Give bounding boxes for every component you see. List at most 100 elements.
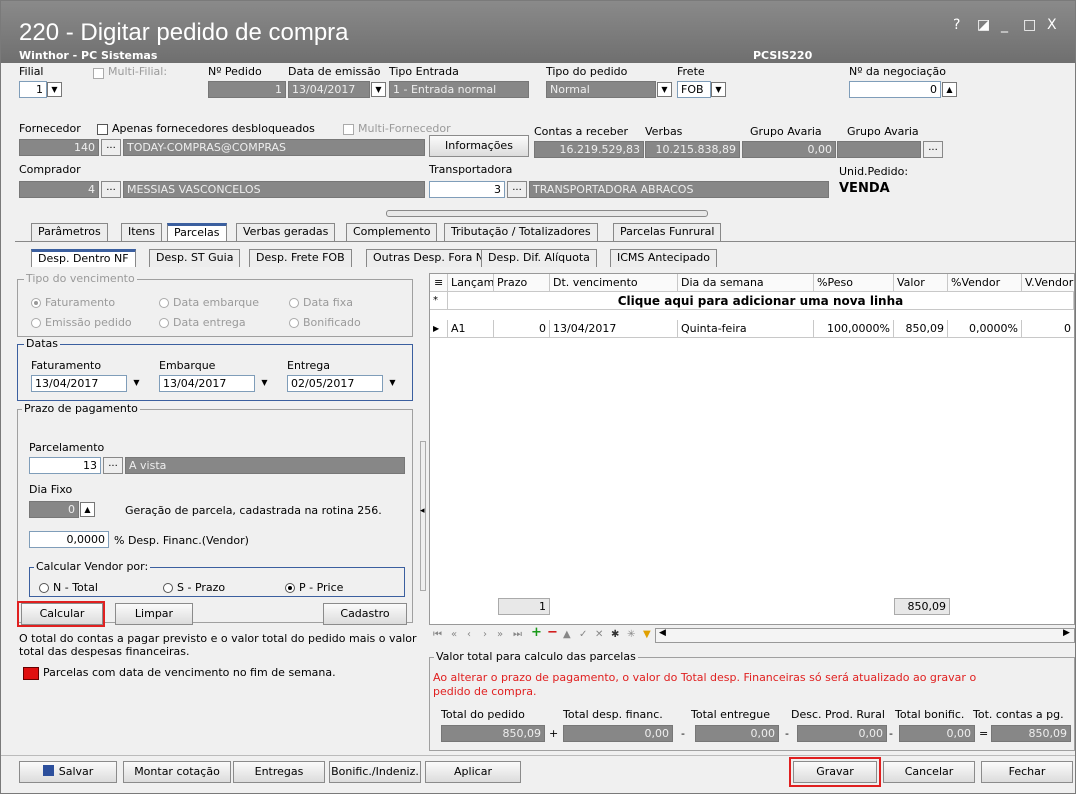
radio-s-prazo[interactable] bbox=[163, 583, 173, 593]
tab-outras-desp[interactable]: Outras Desp. Fora NF bbox=[366, 249, 498, 267]
col-dia-semana[interactable]: Dia da semana bbox=[678, 274, 814, 292]
tab-itens[interactable]: Itens bbox=[121, 223, 163, 241]
asterisk-icon[interactable]: ✱ bbox=[611, 629, 619, 640]
negociacao-field[interactable]: 0 bbox=[849, 81, 941, 98]
help-button[interactable]: ? bbox=[953, 17, 960, 33]
radio-data-fixa[interactable] bbox=[289, 298, 299, 308]
collapse-splitter[interactable] bbox=[386, 210, 708, 217]
nav-last-icon[interactable]: ⏭ bbox=[513, 629, 522, 640]
col-valor[interactable]: Valor bbox=[894, 274, 948, 292]
transportadora-code-field[interactable]: 3 bbox=[429, 181, 505, 198]
multifornecedor-checkbox[interactable] bbox=[343, 124, 354, 135]
scroll-left-icon[interactable]: ◀ bbox=[659, 628, 666, 638]
desp-financ-field[interactable]: 0,0000 bbox=[29, 531, 109, 548]
tab-desp-dif-aliquota[interactable]: Desp. Dif. Alíquota bbox=[481, 249, 597, 267]
multifilial-checkbox[interactable] bbox=[93, 68, 104, 79]
limpar-button[interactable]: Limpar bbox=[115, 603, 193, 625]
apenas-desbloqueados-checkbox[interactable] bbox=[97, 124, 108, 135]
cell-lancamento[interactable]: A1 bbox=[448, 320, 494, 338]
restore-icon[interactable]: ◪ bbox=[977, 17, 990, 33]
tab-icms-antecipado[interactable]: ICMS Antecipado bbox=[610, 249, 718, 267]
cell-vendor[interactable]: 0,0000% bbox=[948, 320, 1022, 338]
nav-next-icon[interactable]: › bbox=[483, 629, 487, 640]
embarque-dropdown-icon[interactable]: ▼ bbox=[257, 376, 272, 391]
fechar-button[interactable]: Fechar bbox=[981, 761, 1073, 783]
radio-p-price[interactable] bbox=[285, 583, 295, 593]
comprador-code-field[interactable]: 4 bbox=[19, 181, 99, 198]
dia-fixo-spin-icon[interactable]: ▲ bbox=[80, 502, 95, 517]
nav-prev-icon[interactable]: ‹ bbox=[467, 629, 471, 640]
tab-parcelas[interactable]: Parcelas bbox=[167, 223, 227, 241]
dia-fixo-field[interactable]: 0 bbox=[29, 501, 79, 518]
faturamento-dropdown-icon[interactable]: ▼ bbox=[129, 376, 144, 391]
cell-v-vendor[interactable]: 0 bbox=[1022, 320, 1074, 338]
tab-desp-dentro-nf[interactable]: Desp. Dentro NF bbox=[31, 249, 136, 267]
radio-data-entrega[interactable] bbox=[159, 318, 169, 328]
data-emissao-field[interactable]: 13/04/2017 bbox=[288, 81, 370, 98]
tab-parametros[interactable]: Parâmetros bbox=[31, 223, 108, 241]
cell-prazo[interactable]: 0 bbox=[494, 320, 550, 338]
frete-field[interactable]: FOB bbox=[677, 81, 711, 98]
informacoes-button[interactable]: Informações bbox=[429, 135, 529, 157]
tab-verbas-geradas[interactable]: Verbas geradas bbox=[236, 223, 336, 241]
cell-valor[interactable]: 850,09 bbox=[894, 320, 948, 338]
nav-first-icon[interactable]: ⏮ bbox=[433, 629, 442, 640]
radio-faturamento[interactable] bbox=[31, 298, 41, 308]
parcelamento-code-field[interactable]: 13 bbox=[29, 457, 101, 474]
tipo-pedido-field[interactable]: Normal bbox=[546, 81, 656, 98]
faturamento-date-field[interactable]: 13/04/2017 bbox=[31, 375, 127, 392]
tipo-entrada-field[interactable]: 1 - Entrada normal bbox=[389, 81, 529, 98]
bonific-indeniz-button[interactable]: Bonific./Indeniz. bbox=[329, 761, 421, 783]
nav-prev-page-icon[interactable]: « bbox=[451, 629, 457, 640]
cell-dt-vencimento[interactable]: 13/04/2017 bbox=[550, 320, 678, 338]
grupo-avaria-search-button[interactable]: ... bbox=[923, 141, 943, 158]
negociacao-spin-icon[interactable]: ▲ bbox=[942, 82, 957, 97]
cancel-edit-icon[interactable]: ✕ bbox=[595, 629, 603, 640]
col-prazo[interactable]: Prazo bbox=[494, 274, 550, 292]
filter-icon[interactable]: ▼ bbox=[643, 629, 651, 640]
tab-tributacao[interactable]: Tributação / Totalizadores bbox=[444, 223, 598, 241]
radio-data-embarque[interactable] bbox=[159, 298, 169, 308]
tipo-pedido-dropdown-icon[interactable]: ▼ bbox=[657, 82, 672, 97]
nav-next-page-icon[interactable]: » bbox=[497, 629, 503, 640]
col-dt-vencimento[interactable]: Dt. vencimento bbox=[550, 274, 678, 292]
tab-desp-frete-fob[interactable]: Desp. Frete FOB bbox=[249, 249, 352, 267]
scroll-right-icon[interactable]: ▶ bbox=[1063, 628, 1070, 638]
embarque-date-field[interactable]: 13/04/2017 bbox=[159, 375, 255, 392]
move-up-icon[interactable]: ▲ bbox=[563, 629, 571, 640]
collapse-left-icon[interactable]: ◂ bbox=[420, 506, 425, 516]
title-bar[interactable]: 220 - Digitar pedido de compra Winthor -… bbox=[1, 1, 1075, 63]
col-vendor[interactable]: %Vendor bbox=[948, 274, 1022, 292]
salvar-button[interactable]: Salvar bbox=[19, 761, 117, 783]
tab-complemento[interactable]: Complemento bbox=[346, 223, 438, 241]
grid-options-icon[interactable]: ≡ bbox=[430, 274, 448, 292]
entrega-dropdown-icon[interactable]: ▼ bbox=[385, 376, 400, 391]
montar-cotacao-button[interactable]: Montar cotação bbox=[123, 761, 231, 783]
comprador-search-button[interactable]: ... bbox=[101, 181, 121, 198]
tab-desp-st-guia[interactable]: Desp. ST Guia bbox=[149, 249, 241, 267]
minimize-button[interactable]: _ bbox=[1001, 17, 1008, 33]
grupo-avaria2-field[interactable] bbox=[837, 141, 921, 158]
fornecedor-code-field[interactable]: 140 bbox=[19, 139, 99, 156]
radio-n-total[interactable] bbox=[39, 583, 49, 593]
tab-parcelas-funrural[interactable]: Parcelas Funrural bbox=[613, 223, 722, 241]
frete-dropdown-icon[interactable]: ▼ bbox=[711, 82, 726, 97]
fornecedor-search-button[interactable]: ... bbox=[101, 139, 121, 156]
radio-emissao-pedido[interactable] bbox=[31, 318, 41, 328]
data-emissao-dropdown-icon[interactable]: ▼ bbox=[371, 82, 386, 97]
grid-horizontal-scrollbar[interactable] bbox=[655, 628, 1075, 643]
close-button[interactable]: X bbox=[1047, 17, 1057, 33]
cell-dia-semana[interactable]: Quinta-feira bbox=[678, 320, 814, 338]
cadastro-button[interactable]: Cadastro bbox=[323, 603, 407, 625]
cancelar-button[interactable]: Cancelar bbox=[883, 761, 975, 783]
maximize-button[interactable]: □ bbox=[1023, 17, 1036, 33]
num-pedido-field[interactable]: 1 bbox=[208, 81, 286, 98]
col-lancamento[interactable]: Lançam bbox=[448, 274, 494, 292]
cell-peso[interactable]: 100,0000% bbox=[814, 320, 894, 338]
parcelamento-search-button[interactable]: ... bbox=[103, 457, 123, 474]
col-v-vendor[interactable]: V.Vendor bbox=[1022, 274, 1074, 292]
col-peso[interactable]: %Peso bbox=[814, 274, 894, 292]
filial-dropdown-icon[interactable]: ▼ bbox=[47, 82, 62, 97]
filial-field[interactable]: 1 bbox=[19, 81, 47, 98]
add-icon[interactable]: + bbox=[531, 625, 542, 640]
